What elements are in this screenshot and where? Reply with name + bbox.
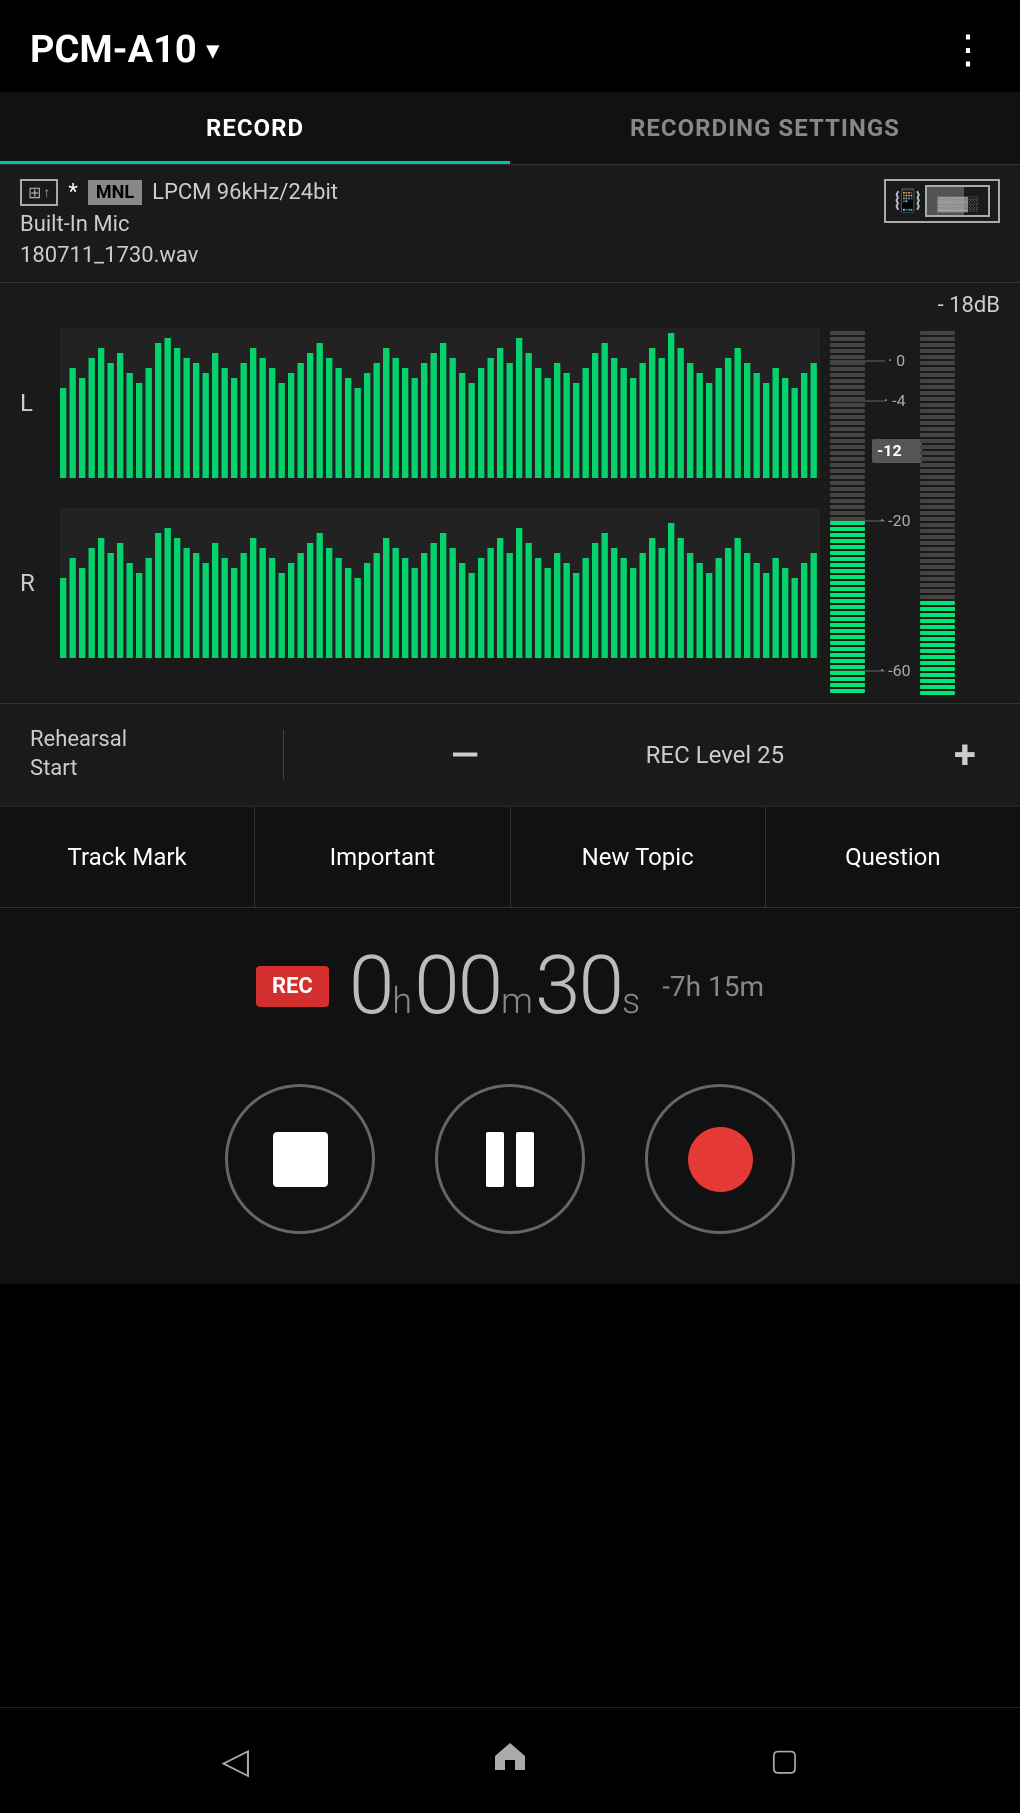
rehearsal-label: Rehearsal Start: [30, 726, 127, 783]
record-icon: [688, 1127, 753, 1192]
svg-text:· 0: · 0: [888, 351, 905, 370]
battery-icon: 📳 ▓▓▓░: [884, 179, 1000, 223]
home-button[interactable]: [492, 1738, 528, 1783]
waveform-area: L: [0, 283, 1020, 703]
svg-text:· -60: · -60: [880, 661, 911, 680]
rec-level-display: REC Level 25: [646, 741, 784, 769]
asterisk: *: [68, 180, 77, 205]
app-title[interactable]: PCM-A10 ▾: [30, 28, 219, 72]
header: PCM-A10 ▾ ⋮: [0, 0, 1020, 92]
mnl-badge: MNL: [88, 180, 142, 205]
svg-text:-12: -12: [877, 441, 902, 460]
hours-unit: h: [392, 980, 410, 1022]
info-left: ⊞ ↑ * MNL LPCM 96kHz/24bit Built-In Mic …: [20, 179, 338, 268]
android-nav: ◁ ▢: [0, 1707, 1020, 1813]
stop-icon: [273, 1132, 328, 1187]
rec-level-bar: Rehearsal Start — REC Level 25 +: [0, 703, 1020, 807]
channel-icon: ⊞ ↑: [20, 179, 58, 206]
format-text: LPCM 96kHz/24bit: [152, 180, 338, 205]
title-text: PCM-A10: [30, 28, 197, 72]
channel-r-row: R: [20, 508, 820, 658]
track-mark-button[interactable]: Track Mark: [0, 807, 255, 907]
minus-button[interactable]: —: [440, 734, 490, 776]
db-label-18: - 18dB: [938, 293, 1000, 318]
timer-section: REC 0 h 00 m 30 s -7h 15m: [0, 908, 1020, 1064]
pause-button[interactable]: [435, 1084, 585, 1234]
waveform-r: [60, 508, 820, 658]
waveform-l: [60, 328, 820, 478]
seconds-digit: 30: [535, 938, 622, 1034]
seconds-unit: s: [622, 980, 638, 1022]
remaining-time: -7h 15m: [662, 970, 764, 1003]
info-bar: ⊞ ↑ * MNL LPCM 96kHz/24bit Built-In Mic …: [0, 165, 1020, 283]
more-menu-button[interactable]: ⋮: [948, 30, 990, 70]
minutes-digit: 00: [414, 938, 501, 1034]
info-top-row: ⊞ ↑ * MNL LPCM 96kHz/24bit: [20, 179, 338, 206]
vu-meter-svg: · 0 · -4 -12 · -20 · -60: [830, 321, 1000, 701]
waveform-section: L: [20, 293, 820, 693]
tab-record[interactable]: RECORD: [0, 92, 510, 164]
timer-display: 0 h 00 m 30 s: [349, 938, 642, 1034]
channel-l-row: L: [20, 328, 820, 478]
mic-label: Built-In Mic: [20, 212, 338, 237]
stop-button[interactable]: [225, 1084, 375, 1234]
recent-apps-button[interactable]: ▢: [770, 1743, 798, 1778]
hours-digit: 0: [349, 938, 392, 1034]
vu-meter: - 18dB · 0 · -4 -12 · -20 · -60: [830, 293, 1000, 693]
record-button[interactable]: [645, 1084, 795, 1234]
plus-button[interactable]: +: [940, 731, 990, 778]
controls-bar: [0, 1064, 1020, 1284]
tab-bar: RECORD RECORDING SETTINGS: [0, 92, 1020, 165]
pause-icon: [486, 1132, 534, 1187]
rec-badge: REC: [256, 966, 329, 1007]
dropdown-arrow-icon[interactable]: ▾: [207, 36, 219, 64]
svg-text:· -4: · -4: [884, 391, 906, 410]
important-button[interactable]: Important: [255, 807, 510, 907]
back-button[interactable]: ◁: [221, 1740, 249, 1782]
new-topic-button[interactable]: New Topic: [511, 807, 766, 907]
tab-recording-settings[interactable]: RECORDING SETTINGS: [510, 92, 1020, 164]
divider: [283, 730, 284, 780]
question-button[interactable]: Question: [766, 807, 1020, 907]
mark-buttons-bar: Track Mark Important New Topic Question: [0, 807, 1020, 908]
channel-r-label: R: [20, 569, 50, 597]
filename: 180711_1730.wav: [20, 243, 338, 268]
channel-l-label: L: [20, 389, 50, 417]
svg-text:· -20: · -20: [880, 511, 911, 530]
minutes-unit: m: [501, 980, 531, 1022]
